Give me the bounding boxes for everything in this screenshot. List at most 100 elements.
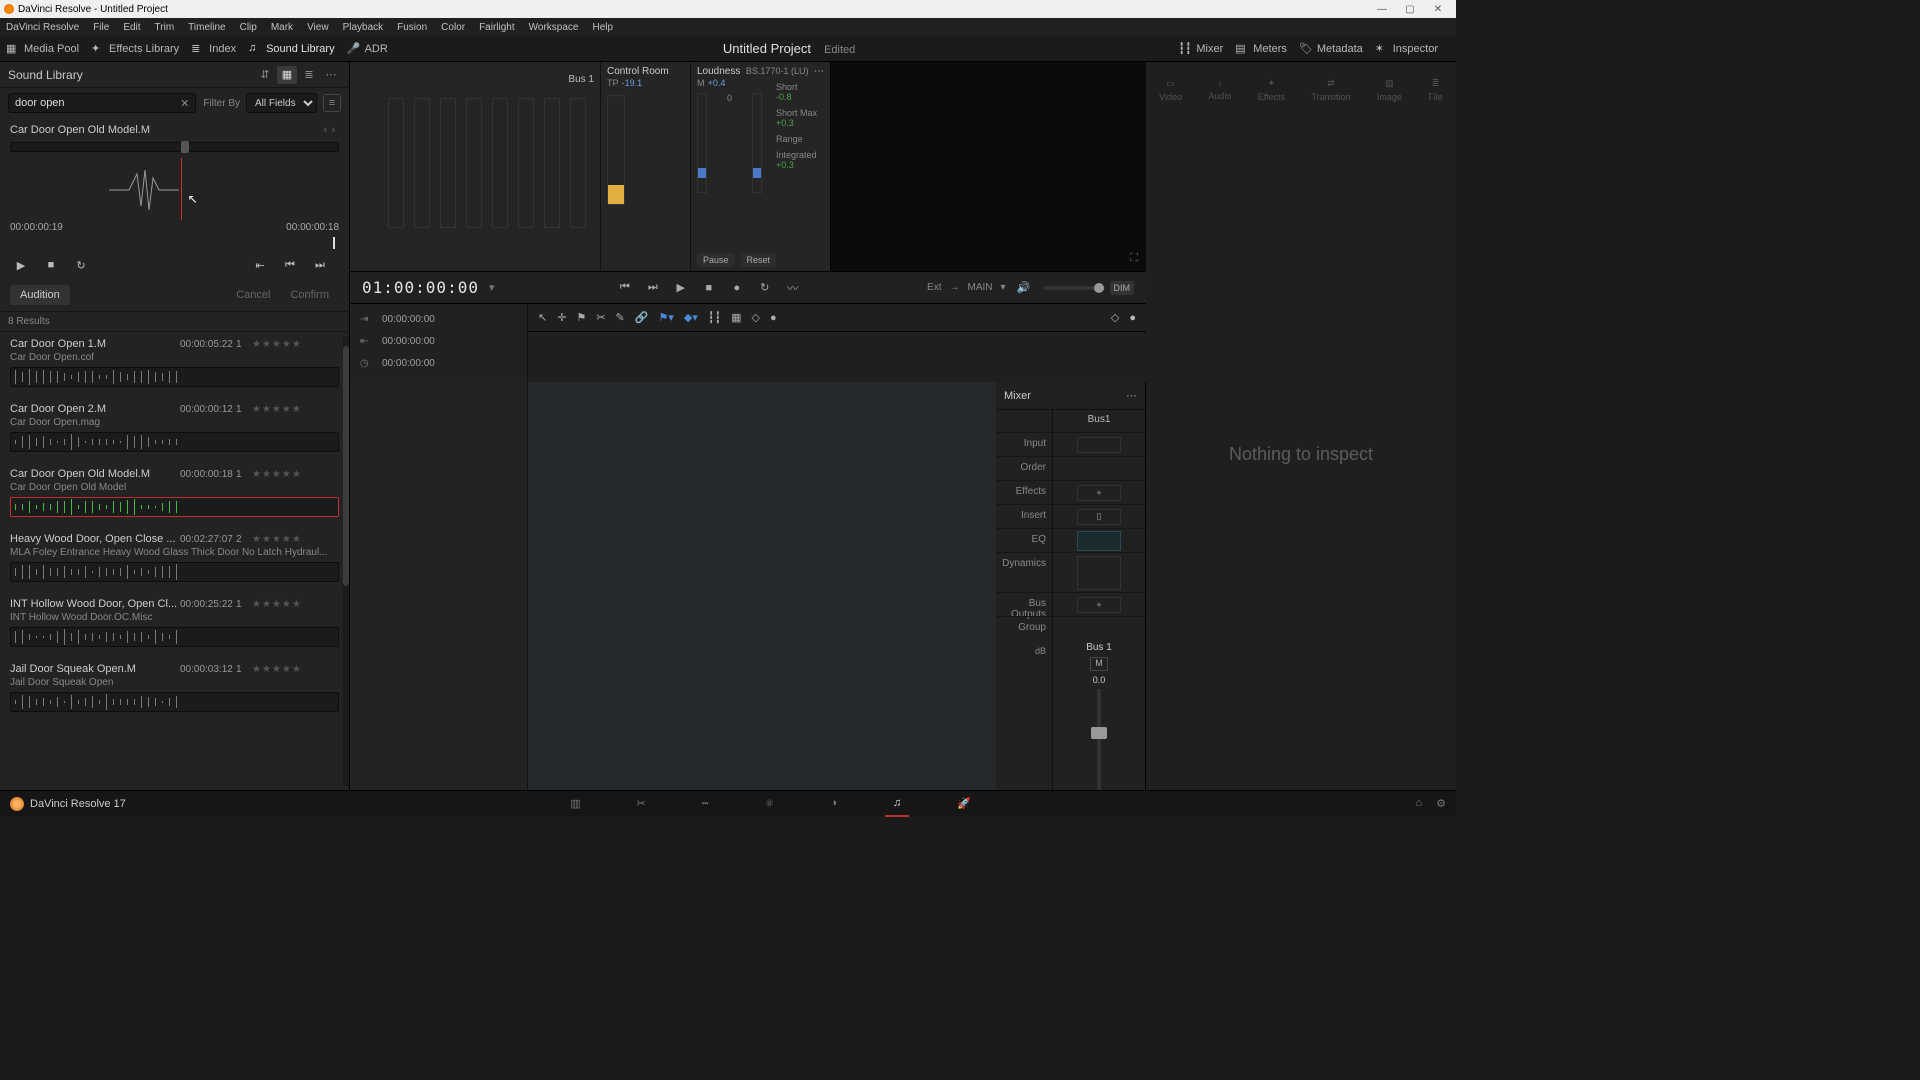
- inspector-tab-image[interactable]: ▧Image: [1377, 78, 1402, 102]
- viewer-expand-icon[interactable]: ⛶: [1130, 252, 1138, 265]
- grid-icon[interactable]: ▦: [731, 311, 741, 324]
- menu-view[interactable]: View: [307, 22, 329, 33]
- result-rating[interactable]: ★★★★★: [252, 339, 302, 350]
- draw-tool-icon[interactable]: ✎: [616, 311, 625, 324]
- mixer-strip-name[interactable]: Bus1: [1052, 410, 1145, 432]
- marker-tool-icon[interactable]: ⚑: [576, 311, 586, 324]
- zoom-mode-icon[interactable]: ◇: [1111, 311, 1119, 324]
- menu-clip[interactable]: Clip: [240, 22, 257, 33]
- zoom-slider[interactable]: ●: [1129, 312, 1136, 324]
- page-fusion-icon[interactable]: ⚛: [765, 797, 775, 810]
- dim-button[interactable]: DIM: [1110, 281, 1135, 295]
- result-item[interactable]: Heavy Wood Door, Open Close ... 00:02:27…: [0, 527, 349, 592]
- mixer-fader-strip[interactable]: Bus 1 M 0.0: [1052, 640, 1145, 790]
- settings-icon[interactable]: ⚙: [1436, 797, 1446, 810]
- filter-toggle-icon[interactable]: ≡: [323, 94, 341, 112]
- volume-slider[interactable]: [1044, 286, 1104, 290]
- automation-icon[interactable]: 〰: [782, 278, 804, 298]
- menu-edit[interactable]: Edit: [123, 22, 140, 33]
- transport-prev-icon[interactable]: ⏮: [614, 278, 636, 298]
- result-item[interactable]: Car Door Open 1.M 00:00:05:22 1 ★★★★★ Ca…: [0, 332, 349, 397]
- loudness-reset-button[interactable]: Reset: [741, 253, 777, 267]
- grid-view-icon[interactable]: ▦: [277, 66, 297, 84]
- window-minimize[interactable]: —: [1368, 4, 1396, 15]
- page-deliver-icon[interactable]: 🚀: [957, 797, 971, 810]
- result-item[interactable]: Car Door Open 2.M 00:00:00:12 1 ★★★★★ Ca…: [0, 397, 349, 462]
- result-rating[interactable]: ★★★★★: [252, 469, 302, 480]
- result-rating[interactable]: ★★★★★: [252, 599, 302, 610]
- mixer-more-icon[interactable]: ⋯: [1126, 389, 1137, 402]
- inspector-tab-effects[interactable]: ✦Effects: [1258, 78, 1285, 102]
- result-waveform[interactable]: [10, 562, 339, 582]
- menu-app[interactable]: DaVinci Resolve: [6, 22, 79, 33]
- mixer-insert-slot[interactable]: ▯: [1052, 504, 1145, 528]
- video-viewer[interactable]: ⛶: [830, 62, 1146, 271]
- window-maximize[interactable]: ▢: [1396, 4, 1424, 15]
- clear-search-icon[interactable]: ✕: [180, 97, 189, 110]
- result-waveform[interactable]: [10, 497, 339, 517]
- mixer-dynamics-slot[interactable]: [1052, 552, 1145, 592]
- menu-fairlight[interactable]: Fairlight: [479, 22, 515, 33]
- scroll-icon[interactable]: ●: [770, 312, 777, 324]
- mixer-input-slot[interactable]: [1052, 432, 1145, 456]
- toolstrip-index[interactable]: ≣Index: [191, 42, 236, 56]
- mixer-fader-knob[interactable]: [1091, 727, 1107, 739]
- toolstrip-inspector[interactable]: ✶Inspector: [1375, 42, 1438, 56]
- toolstrip-media-pool[interactable]: ▦Media Pool: [6, 42, 79, 56]
- tc-dropdown-icon[interactable]: ▾: [489, 281, 495, 294]
- toolstrip-mixer[interactable]: ┇┇Mixer: [1178, 42, 1223, 56]
- page-edit-icon[interactable]: ┅: [702, 797, 709, 810]
- menu-color[interactable]: Color: [441, 22, 465, 33]
- loudness-more-icon[interactable]: ⋯: [814, 66, 824, 77]
- preview-waveform[interactable]: ↖: [10, 158, 339, 220]
- preview-play-icon[interactable]: ▶: [10, 255, 32, 275]
- menu-fusion[interactable]: Fusion: [397, 22, 427, 33]
- page-color-icon[interactable]: ◑: [830, 797, 837, 810]
- confirm-button[interactable]: Confirm: [280, 285, 339, 305]
- toolstrip-sound-library[interactable]: ♫Sound Library: [248, 42, 335, 56]
- result-rating[interactable]: ★★★★★: [252, 664, 302, 675]
- transport-play-icon[interactable]: ▶: [670, 278, 692, 298]
- toolstrip-meters[interactable]: ▤Meters: [1235, 42, 1287, 56]
- transport-next-icon[interactable]: ⏭: [642, 278, 664, 298]
- result-waveform[interactable]: [10, 432, 339, 452]
- mixer-eq-slot[interactable]: [1052, 528, 1145, 552]
- result-waveform[interactable]: [10, 627, 339, 647]
- results-list[interactable]: Car Door Open 1.M 00:00:05:22 1 ★★★★★ Ca…: [0, 332, 349, 790]
- ext-label[interactable]: Ext: [927, 282, 941, 293]
- filter-field-select[interactable]: All Fields: [246, 93, 317, 113]
- timeline-track-headers[interactable]: [350, 382, 528, 790]
- result-rating[interactable]: ★★★★★: [252, 404, 302, 415]
- preview-range-bar[interactable]: [10, 237, 339, 249]
- page-fairlight-icon[interactable]: ♫: [893, 797, 901, 810]
- result-item[interactable]: Jail Door Squeak Open.M 00:00:03:12 1 ★★…: [0, 657, 349, 722]
- transient-icon[interactable]: ◇: [751, 311, 759, 324]
- page-cut-icon[interactable]: ✂: [637, 797, 646, 810]
- cancel-button[interactable]: Cancel: [226, 285, 280, 305]
- result-item[interactable]: Car Door Open Old Model.M 00:00:00:18 1 …: [0, 462, 349, 527]
- audition-button[interactable]: Audition: [10, 285, 70, 305]
- inspector-tab-file[interactable]: ≣File: [1428, 78, 1443, 102]
- inspector-tab-audio[interactable]: ♪Audio: [1208, 78, 1231, 101]
- list-view-icon[interactable]: ≣: [299, 66, 319, 84]
- menu-timeline[interactable]: Timeline: [188, 22, 225, 33]
- mixer-mute-button[interactable]: M: [1090, 657, 1108, 671]
- results-scrollbar[interactable]: [343, 336, 349, 786]
- preview-to-start-icon[interactable]: ⇤: [249, 255, 271, 275]
- preview-step-back-icon[interactable]: ⏮: [279, 255, 301, 275]
- pointer-tool-icon[interactable]: ↖: [538, 311, 547, 324]
- loudness-pause-button[interactable]: Pause: [697, 253, 735, 267]
- result-item[interactable]: INT Hollow Wood Door, Open Cl... 00:00:2…: [0, 592, 349, 657]
- toolstrip-adr[interactable]: 🎤ADR: [347, 42, 388, 56]
- more-icon[interactable]: ⋯: [321, 66, 341, 84]
- result-waveform[interactable]: [10, 692, 339, 712]
- timeline-area[interactable]: [528, 382, 996, 790]
- result-waveform[interactable]: [10, 367, 339, 387]
- inspector-tab-transition[interactable]: ⇄Transition: [1311, 78, 1350, 102]
- preview-scrubber[interactable]: [10, 142, 339, 152]
- snap-icon[interactable]: ┇┇: [708, 311, 721, 324]
- menu-file[interactable]: File: [93, 22, 109, 33]
- search-input[interactable]: [8, 93, 196, 113]
- page-media-icon[interactable]: ▥: [570, 797, 580, 810]
- menu-playback[interactable]: Playback: [343, 22, 384, 33]
